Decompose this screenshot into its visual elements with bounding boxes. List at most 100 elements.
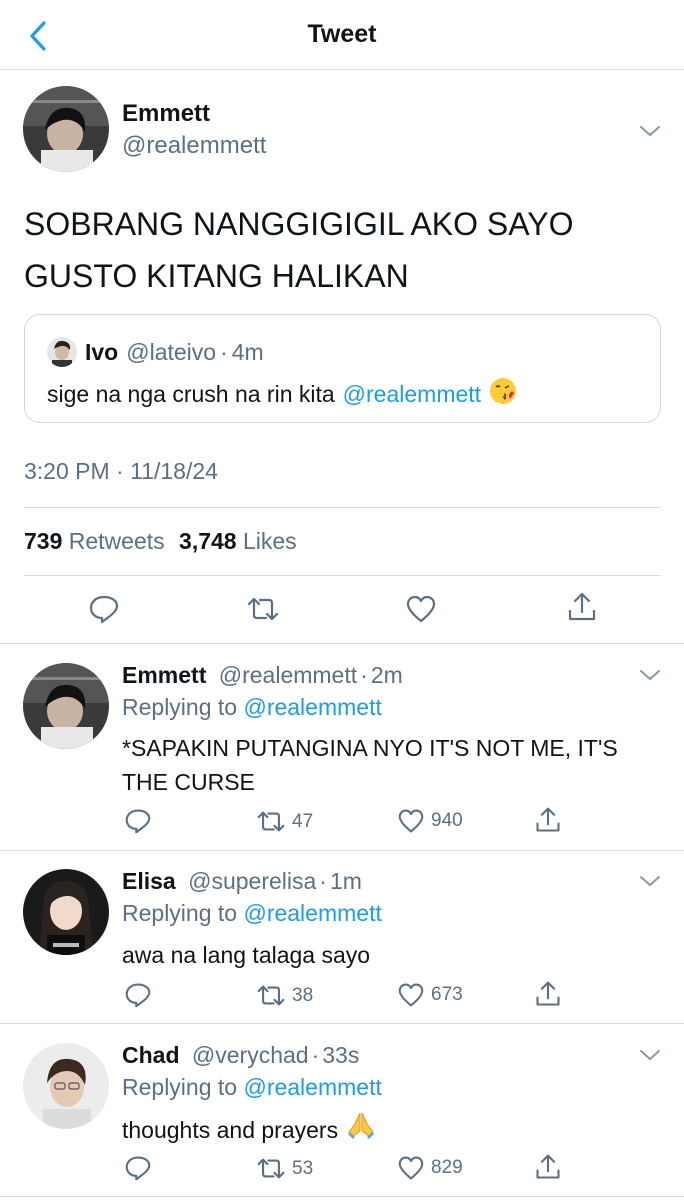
author-name[interactable]: Emmett <box>122 100 210 128</box>
divider <box>0 850 684 851</box>
retweet-count: 38 <box>292 984 314 1006</box>
replying-to-label: Replying to <box>122 694 238 720</box>
like-count: 940 <box>431 810 463 831</box>
heart-icon <box>406 595 436 623</box>
reply-header: Elisa @superelisa · 1m <box>122 868 362 895</box>
retweet-icon <box>247 597 279 621</box>
reply-header: Chad @verychad · 33s <box>122 1042 359 1069</box>
share-button[interactable] <box>566 591 598 623</box>
replying-to: Replying to @realemmett <box>122 1074 382 1101</box>
separator-dot: · <box>220 338 228 365</box>
mention-link[interactable]: @realemmett <box>243 1074 381 1100</box>
separator-dot: · <box>311 1042 320 1068</box>
retweet-count: 47 <box>292 810 314 832</box>
author-handle[interactable]: @realemmett <box>122 132 266 160</box>
like-count: 829 <box>431 1157 463 1178</box>
reply-author-name[interactable]: Elisa <box>122 868 176 894</box>
likes-count[interactable]: 3,748 <box>179 528 237 554</box>
retweet-button[interactable] <box>246 596 280 622</box>
avatar[interactable] <box>23 1043 109 1129</box>
tweet-timestamp: 3:20 PM · 11/18/24 <box>24 458 218 484</box>
share-button[interactable] <box>534 980 562 1008</box>
quoted-tweet-text: sige na nga crush na rin kita @realemmet… <box>47 377 517 411</box>
chevron-down-icon[interactable] <box>638 122 662 140</box>
chevron-down-icon[interactable] <box>638 1046 662 1064</box>
replying-to-label: Replying to <box>122 1074 238 1100</box>
separator-dot: · <box>360 662 368 688</box>
retweets-count[interactable]: 739 <box>24 528 62 554</box>
retweet-button[interactable]: 53 <box>256 1157 313 1180</box>
avatar[interactable] <box>23 869 109 955</box>
reply-text: thoughts and prayers <box>122 1116 339 1143</box>
quoted-tweet-header: Ivo @lateivo · 4m <box>47 337 264 367</box>
heart-icon <box>398 1156 424 1180</box>
divider <box>0 1196 684 1197</box>
replying-to: Replying to @realemmett <box>122 900 382 927</box>
reply-author-handle[interactable]: @realemmett <box>219 662 357 688</box>
like-button[interactable]: 829 <box>397 1155 463 1181</box>
like-count: 673 <box>431 984 463 1005</box>
like-button[interactable]: 940 <box>397 808 463 834</box>
reply-icon <box>125 983 151 1008</box>
avatar[interactable] <box>23 86 109 172</box>
reply-icon <box>125 1156 151 1181</box>
quoted-time: 4m <box>231 338 264 365</box>
retweet-button[interactable]: 47 <box>256 810 313 833</box>
quoted-author-handle: @lateivo <box>126 338 217 365</box>
retweet-icon <box>257 811 285 832</box>
reply-author-handle[interactable]: @verychad <box>192 1042 309 1068</box>
heart-icon <box>398 809 424 833</box>
reply-time: 33s <box>322 1042 360 1068</box>
avatar[interactable] <box>23 663 109 749</box>
tweet-text-line: SOBRANG NANGGIGIGIL AKO SAYO <box>24 206 574 242</box>
reply-button[interactable] <box>124 1155 152 1181</box>
retweet-button[interactable]: 38 <box>256 984 313 1007</box>
share-icon <box>536 1154 560 1179</box>
avatar <box>47 337 77 367</box>
page-title: Tweet <box>307 20 377 48</box>
mention-link[interactable]: @realemmett <box>243 694 381 720</box>
divider <box>24 575 661 576</box>
tweet-text: SOBRANG NANGGIGIGIL AKO SAYO GUSTO KITAN… <box>24 198 644 302</box>
reply-author-handle[interactable]: @superelisa <box>188 868 316 894</box>
replying-to: Replying to @realemmett <box>122 694 382 721</box>
reply-text-row: thoughts and prayers <box>122 1110 662 1149</box>
retweet-count: 53 <box>292 1157 314 1179</box>
reply-author-name[interactable]: Emmett <box>122 662 206 688</box>
reply-time: 1m <box>329 868 362 894</box>
like-button[interactable] <box>405 594 437 624</box>
share-icon <box>568 592 596 621</box>
share-button[interactable] <box>534 806 562 834</box>
retweets-label[interactable]: Retweets <box>69 528 165 554</box>
reply-button[interactable] <box>124 808 152 834</box>
divider <box>0 1023 684 1024</box>
folded-hands-emoji <box>346 1110 376 1149</box>
likes-label[interactable]: Likes <box>243 528 297 554</box>
chevron-down-icon[interactable] <box>638 872 662 890</box>
replying-to-label: Replying to <box>122 900 238 926</box>
reply-icon <box>125 809 151 834</box>
share-icon <box>536 981 560 1006</box>
like-button[interactable]: 673 <box>397 982 463 1008</box>
reply-time: 2m <box>370 662 403 688</box>
mention-link[interactable]: @realemmett <box>343 381 481 408</box>
quoted-text: sige na nga crush na rin kita <box>47 380 335 407</box>
tweet-text-line: GUSTO KITANG HALIKAN <box>24 258 409 294</box>
quoted-tweet[interactable]: Ivo @lateivo · 4m sige na nga crush na r… <box>24 314 661 423</box>
tweet-stats: 739 Retweets 3,748 Likes <box>24 528 297 555</box>
reply-author-name[interactable]: Chad <box>122 1042 180 1068</box>
mention-link[interactable]: @realemmett <box>243 900 381 926</box>
share-button[interactable] <box>534 1153 562 1181</box>
reply-header: Emmett @realemmett · 2m <box>122 662 403 689</box>
reply-button[interactable] <box>124 982 152 1008</box>
retweet-icon <box>257 1158 285 1179</box>
reply-icon <box>89 595 119 624</box>
retweet-icon <box>257 985 285 1006</box>
reply-text: *SAPAKIN PUTANGINA NYO IT'S NOT ME, IT'S… <box>122 735 618 795</box>
divider <box>24 507 661 508</box>
heart-icon <box>398 983 424 1007</box>
reply-text: awa na lang talaga sayo <box>122 942 371 968</box>
chevron-down-icon[interactable] <box>638 666 662 684</box>
reply-button[interactable] <box>88 594 120 624</box>
separator-dot: · <box>319 868 327 894</box>
